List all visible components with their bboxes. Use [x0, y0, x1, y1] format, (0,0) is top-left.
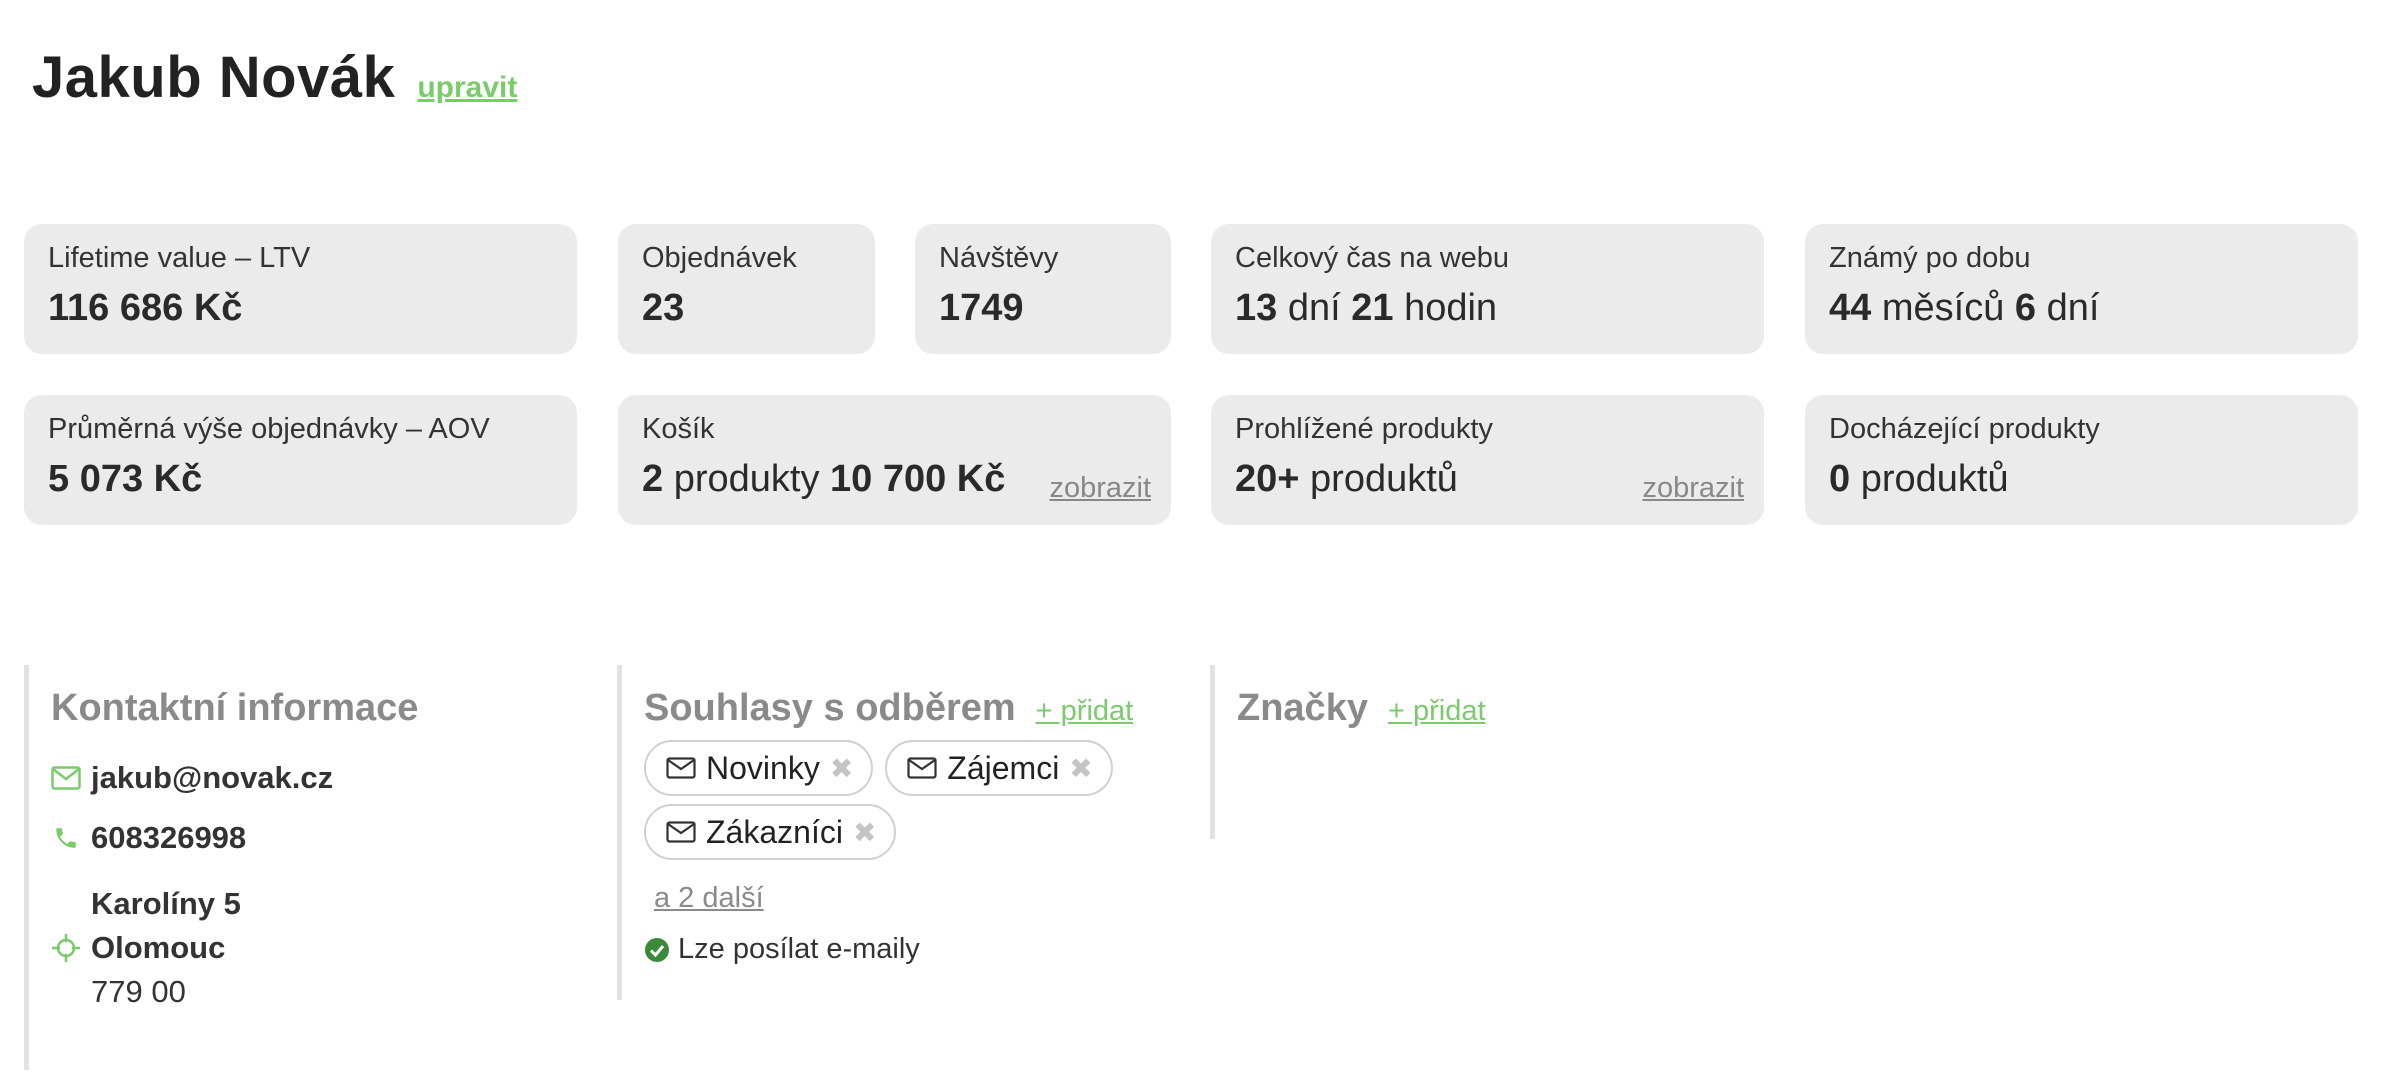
add-subscription-link[interactable]: + přidat	[1036, 695, 1134, 728]
tags-title: Značky	[1237, 687, 1368, 729]
stat-value: 116 686 Kč	[48, 287, 243, 329]
stat-months-unit: měsíců	[1881, 287, 2005, 329]
envelope-icon	[51, 763, 81, 793]
contact-email[interactable]: jakub@novak.cz	[91, 760, 333, 796]
subscription-chip: Novinky ✖	[644, 740, 874, 796]
stat-time-on-web: Celkový čas na webu 13 dní 21 hodin	[1211, 224, 1764, 354]
cart-total: 10 700 Kč	[830, 458, 1006, 500]
remove-icon[interactable]: ✖	[830, 752, 853, 785]
stat-label: Lifetime value – LTV	[48, 242, 311, 274]
add-tag-link[interactable]: + přidat	[1388, 695, 1486, 728]
contact-title: Kontaktní informace	[51, 687, 419, 729]
running-out-unit: produktů	[1860, 458, 2009, 500]
email-status-text: Lze posílat e-maily	[678, 933, 920, 965]
email-status: Lze posílat e-maily	[644, 933, 1177, 966]
location-icon	[51, 933, 81, 963]
subscription-chips: Novinky ✖ Zájemci ✖ Zákazníci ✖	[644, 740, 1204, 868]
stat-value: 5 073 Kč	[48, 458, 203, 500]
stat-known-for: Známý po dobu 44 měsíců 6 dní	[1805, 224, 2358, 354]
subscription-chip: Zákazníci ✖	[644, 804, 897, 860]
stat-label: Celkový čas na webu	[1235, 242, 1510, 274]
stat-aov: Průměrná výše objednávky – AOV 5 073 Kč	[24, 395, 577, 525]
stat-days: 6	[2014, 287, 2037, 329]
cart-show-link[interactable]: zobrazit	[1049, 472, 1151, 505]
contact-phone-row: 608326998	[51, 820, 584, 856]
viewed-count: 20+	[1235, 458, 1300, 500]
address-zip: 779 00	[91, 974, 186, 1009]
chip-label: Zájemci	[947, 749, 1060, 786]
stat-label: Známý po dobu	[1829, 242, 2031, 274]
stat-viewed-products: Prohlížené produkty 20+ produktů zobrazi…	[1211, 395, 1764, 525]
tags-section: Značky + přidat	[1210, 665, 1770, 839]
stat-days-unit: dní	[2046, 287, 2100, 329]
stat-days: 13	[1235, 287, 1278, 329]
subscriptions-section: Souhlasy s odběrem + přidat Novinky ✖ Zá…	[617, 665, 1177, 1000]
stat-hours-unit: hodin	[1404, 287, 1498, 329]
stat-months: 44	[1829, 287, 1872, 329]
address-city: Olomouc	[91, 930, 226, 965]
stat-label: Objednávek	[642, 242, 797, 274]
stat-hours: 21	[1351, 287, 1394, 329]
stat-cart: Košík 2 produkty 10 700 Kč zobrazit	[618, 395, 1171, 525]
remove-icon[interactable]: ✖	[853, 816, 876, 849]
contact-phone[interactable]: 608326998	[91, 820, 246, 856]
stat-visits: Návštěvy 1749	[915, 224, 1171, 354]
contact-address-row: Karolíny 5 Olomouc 779 00	[51, 882, 584, 1014]
edit-link[interactable]: upravit	[417, 71, 517, 105]
check-circle-icon	[644, 937, 670, 963]
page-header: Jakub Novák upravit	[32, 44, 517, 111]
customer-name: Jakub Novák	[32, 45, 396, 110]
envelope-icon	[907, 757, 937, 779]
subscription-chip: Zájemci ✖	[885, 740, 1113, 796]
cart-count: 2	[642, 458, 664, 500]
viewed-count-unit: produktů	[1310, 458, 1458, 500]
stat-value: 1749	[939, 287, 1024, 329]
contact-email-row: jakub@novak.cz	[51, 760, 584, 796]
stat-ltv: Lifetime value – LTV 116 686 Kč	[24, 224, 577, 354]
cart-count-unit: produkty	[673, 458, 820, 500]
stat-label: Průměrná výše objednávky – AOV	[48, 413, 490, 445]
stat-label: Docházející produkty	[1829, 413, 2100, 445]
address-street: Karolíny 5	[91, 886, 241, 921]
more-subscriptions-link[interactable]: a 2 další	[654, 882, 1177, 915]
stat-running-out: Docházející produkty 0 produktů	[1805, 395, 2358, 525]
phone-icon	[51, 823, 81, 853]
subscriptions-title: Souhlasy s odběrem	[644, 687, 1016, 729]
stat-label: Košík	[642, 413, 715, 445]
remove-icon[interactable]: ✖	[1069, 752, 1092, 785]
running-out-count: 0	[1829, 458, 1851, 500]
stat-value: 23	[642, 287, 685, 329]
chip-label: Zákazníci	[706, 813, 843, 850]
stat-days-unit: dní	[1287, 287, 1341, 329]
chip-label: Novinky	[706, 749, 820, 786]
envelope-icon	[666, 757, 696, 779]
contact-section: Kontaktní informace jakub@novak.cz 60832…	[24, 665, 584, 1070]
viewed-show-link[interactable]: zobrazit	[1642, 472, 1744, 505]
envelope-icon	[666, 821, 696, 843]
stat-label: Návštěvy	[939, 242, 1059, 274]
stat-label: Prohlížené produkty	[1235, 413, 1493, 445]
stat-orders: Objednávek 23	[618, 224, 875, 354]
